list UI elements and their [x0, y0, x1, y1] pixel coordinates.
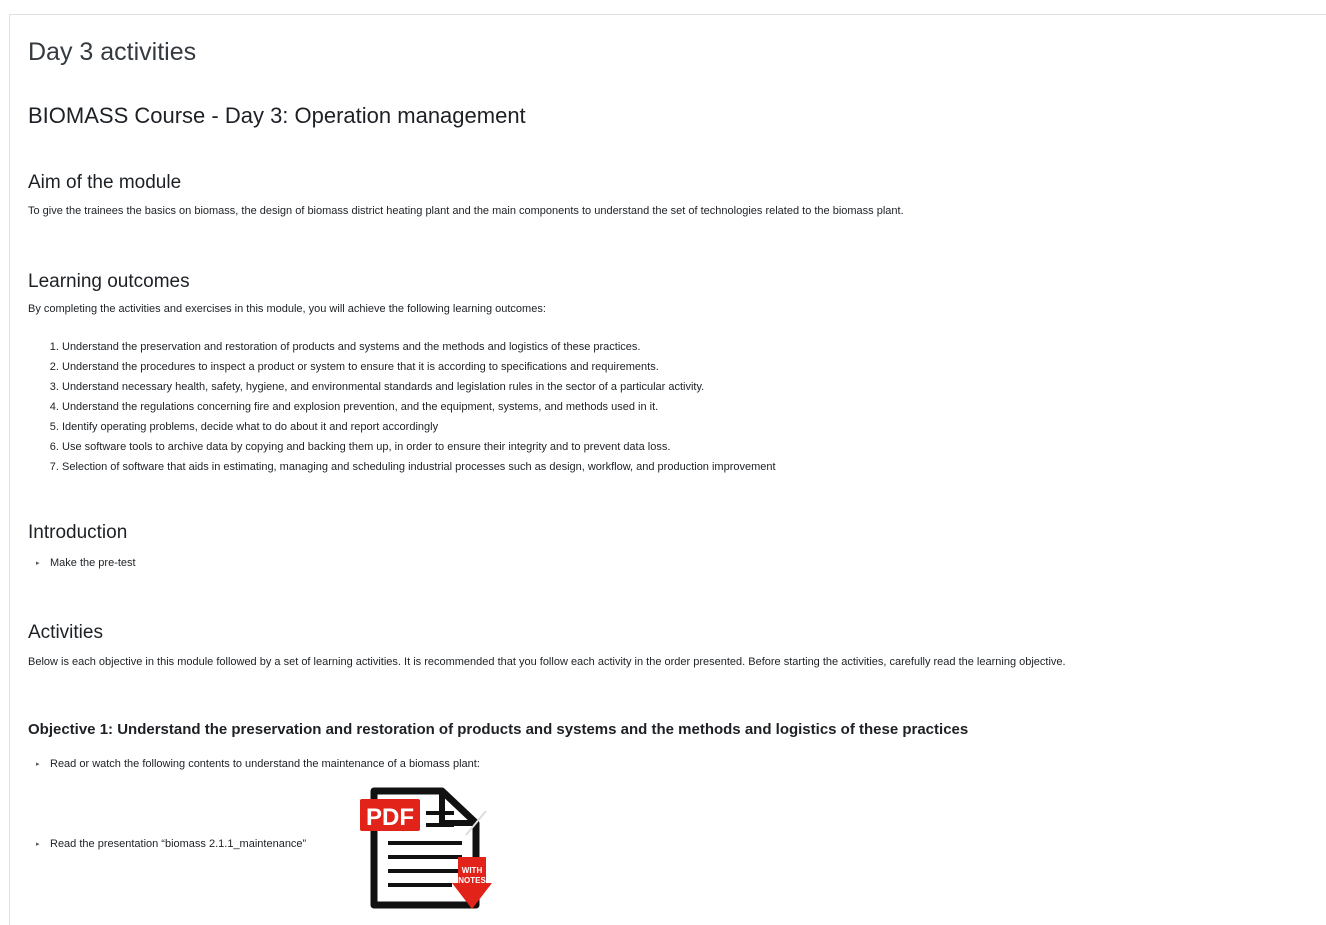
pdf-with-notes-icon[interactable]: PDF WITH NOTES — [358, 785, 498, 909]
learning-outcomes-list: Understand the preservation and restorat… — [28, 337, 776, 477]
activities-heading: Activities — [28, 622, 103, 643]
ribbon-line2: NOTES — [458, 876, 486, 885]
introduction-heading: Introduction — [28, 522, 128, 543]
bullet-icon: ▸ — [36, 841, 40, 848]
learning-outcome-item: Understand the preservation and restorat… — [62, 337, 776, 357]
objective-1-list-item: ▸ Read or watch the following contents to… — [36, 758, 480, 770]
aim-heading: Aim of the module — [28, 172, 182, 193]
ribbon-line1: WITH — [462, 866, 483, 875]
objective-1-list-item: ▸ Read the presentation “biomass 2.1.1_ma… — [36, 838, 306, 850]
pdf-badge-label: PDF — [366, 804, 414, 831]
read-watch-item: Read or watch the following contents to … — [50, 758, 480, 770]
learning-outcomes-intro: By completing the activities and exercis… — [28, 303, 546, 315]
learning-outcome-item: Understand the procedures to inspect a p… — [62, 357, 776, 377]
page-title: Day 3 activities — [28, 38, 197, 66]
course-title: BIOMASS Course - Day 3: Operation manage… — [28, 103, 526, 128]
learning-outcomes-heading: Learning outcomes — [28, 271, 190, 292]
objective-1-heading: Objective 1: Understand the preservation… — [28, 721, 969, 738]
presentation-item: Read the presentation “biomass 2.1.1_mai… — [50, 838, 307, 850]
bullet-icon: ▸ — [36, 560, 40, 567]
learning-outcome-item: Understand necessary health, safety, hyg… — [62, 377, 776, 397]
pre-test-item: Make the pre-test — [50, 557, 136, 569]
learning-outcome-item: Selection of software that aids in estim… — [62, 457, 776, 477]
aim-text: To give the trainees the basics on bioma… — [28, 205, 904, 217]
learning-outcome-item: Use software tools to archive data by co… — [62, 437, 776, 457]
bullet-icon: ▸ — [36, 761, 40, 768]
learning-outcome-item: Understand the regulations concerning fi… — [62, 397, 776, 417]
activities-text: Below is each objective in this module f… — [28, 656, 1066, 668]
introduction-list-item: ▸ Make the pre-test — [36, 557, 136, 569]
learning-outcome-item: Identify operating problems, decide what… — [62, 417, 776, 437]
